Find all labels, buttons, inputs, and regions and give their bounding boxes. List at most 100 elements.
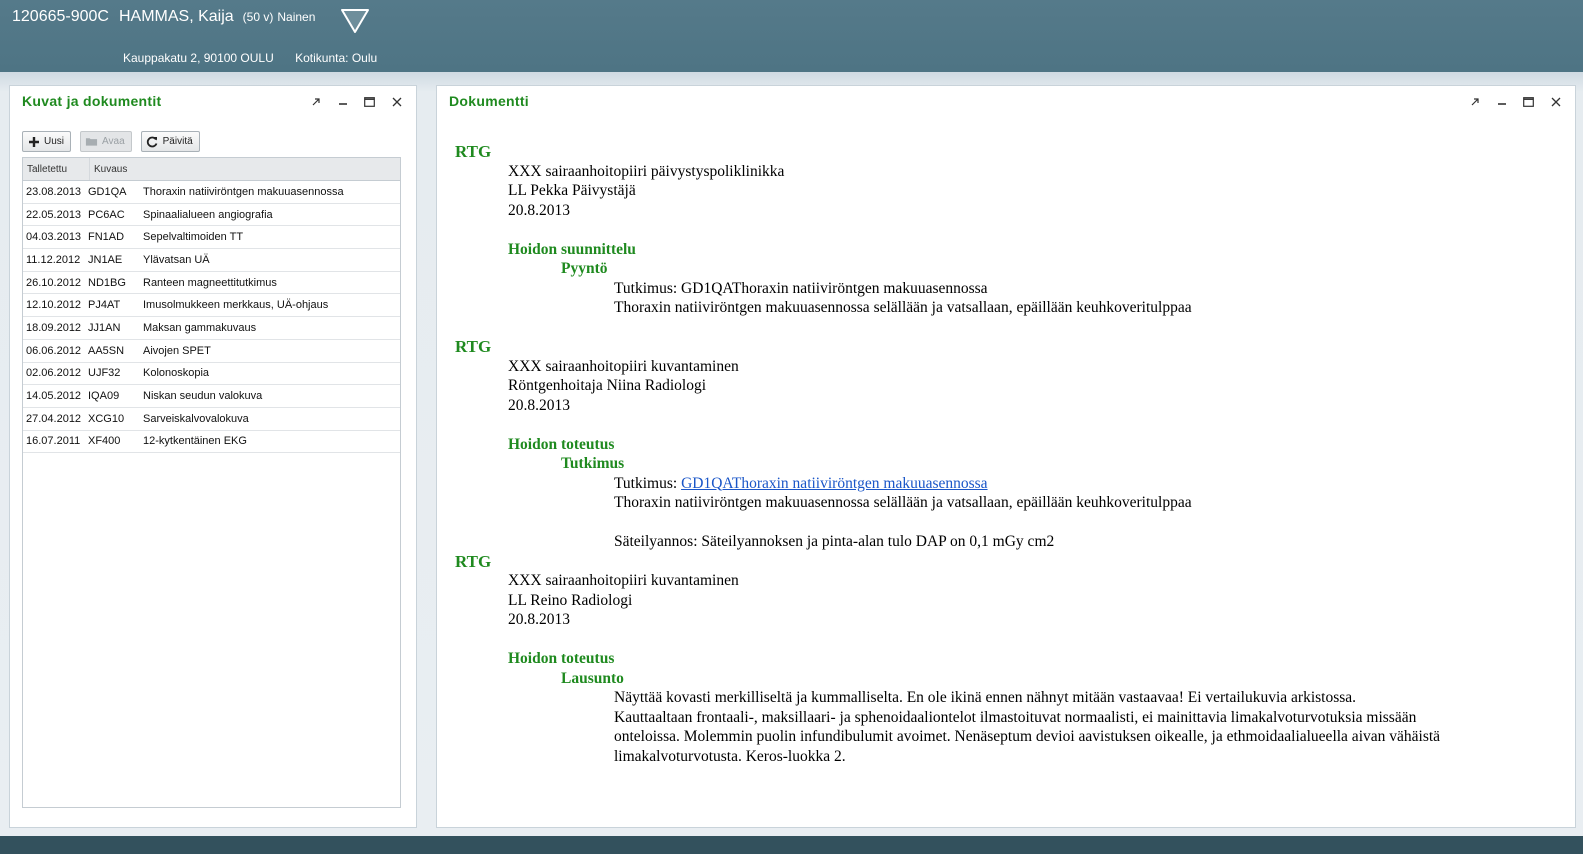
row-description: Maksan gammakuvaus [143,321,257,334]
row-date: 14.05.2012 [26,390,82,403]
table-row[interactable]: 06.06.2012 AA5SN Aivojen SPET [23,340,400,363]
row-code: AA5SN [88,344,125,357]
table-row[interactable]: 26.10.2012 ND1BG Ranteen magneettitutkimus [23,272,400,295]
images-documents-panel: Kuvat ja dokumentit Uusi Avaa Päivitä Ta… [9,85,417,828]
entry-date: 20.8.2013 [508,201,570,219]
open-button[interactable]: Avaa [80,131,132,152]
entry-subsection: Pyyntö [561,260,608,277]
popout-icon[interactable] [302,94,329,110]
panel-title: Kuvat ja dokumentit [22,93,162,109]
table-row[interactable]: 27.04.2012 XCG10 Sarveiskalvovalokuva [23,408,400,431]
table-row[interactable]: 14.05.2012 IQA09 Niskan seudun valokuva [23,385,400,408]
row-description: 12-kytkentäinen EKG [143,435,247,448]
row-description: Sepelvaltimoiden TT [143,231,244,244]
close-icon[interactable] [383,94,410,110]
row-code: FN1AD [88,231,125,244]
patient-address: Kauppakatu 2, 90100 OULU [123,51,274,65]
table-row[interactable]: 04.03.2013 FN1AD Sepelvaltimoiden TT [23,226,400,250]
entry-author: LL Pekka Päivystäjä [508,182,636,199]
row-code: JJ1AN [88,321,121,334]
row-description: Ranteen magneettitutkimus [143,276,277,289]
entry-heading: RTG [455,142,492,161]
patient-name: HAMMAS, Kaija [118,8,234,25]
row-code: ND1BG [88,276,126,289]
patient-municipality: Kotikunta: Oulu [295,51,378,65]
patient-info: 120665-900C HAMMAS, Kaija (50 v) Nainen [12,8,315,34]
entry-date: 20.8.2013 [508,611,570,628]
table-row[interactable]: 11.12.2012 JN1AE Ylävatsan UÄ [23,249,400,272]
entry-line: Thoraxin natiiviröntgen makuuasennossa s… [614,494,1192,511]
row-code: XCG10 [88,412,125,425]
row-description: Niskan seudun valokuva [143,390,263,403]
entry-author: LL Reino Radiologi [508,591,633,609]
refresh-icon [146,135,159,148]
window-controls [1461,94,1569,110]
table-row[interactable]: 16.07.2011 XF400 12-kytkentäinen EKG [23,431,400,454]
table-row[interactable]: 18.09.2012 JJ1AN Maksan gammakuvaus [23,317,400,340]
row-date: 27.04.2012 [26,412,82,425]
row-description: Kolonoskopia [143,367,210,380]
row-description: Aivojen SPET [143,344,211,357]
study-link[interactable]: GD1QAThoraxin natiiviröntgen makuuasenno… [681,475,988,492]
plus-icon [27,135,40,148]
maximize-icon[interactable] [356,94,383,110]
row-date: 11.12.2012 [26,253,81,266]
row-date: 16.07.2011 [26,435,81,448]
row-description: Sarveiskalvovalokuva [143,412,249,425]
entry-date: 20.8.2013 [508,396,570,414]
table-row[interactable]: 22.05.2013 PC6AC Spinaalialueen angiografi… [23,204,400,227]
minimize-icon[interactable] [329,94,356,110]
row-code: PC6AC [88,208,125,221]
entry-heading: RTG [455,551,492,571]
panel-title: Dokumentti [449,93,529,109]
documents-table: Talletettu Kuvaus 23.08.2013 GD1QA Thoraxi… [22,157,401,808]
entry-paragraph: Kauttaaltaan frontaali-, maksillaari- ja… [614,708,1441,765]
entry-line: Tutkimus: GD1QAThoraxin natiiviröntgen m… [614,474,1555,494]
minimize-icon[interactable] [1488,94,1515,110]
row-date: 26.10.2012 [26,276,82,289]
entry-heading: RTG [455,337,492,356]
entry-subsection: Tutkimus [561,455,625,472]
row-date: 12.10.2012 [26,299,82,312]
entry-section: Hoidon suunnittelu [508,240,636,258]
new-button[interactable]: Uusi [22,131,72,152]
table-body: 23.08.2013 GD1QA Thoraxin natiiviröntgen m… [23,181,400,454]
row-code: IQA09 [88,390,120,403]
patient-id: 120665-900C [12,8,109,25]
close-icon[interactable] [1542,94,1569,110]
column-header-description[interactable]: Kuvaus [90,164,127,175]
patient-menu-triangle-icon[interactable] [340,7,370,35]
table-row[interactable]: 12.10.2012 PJ4AT Imusolmukkeen merkkaus, U… [23,294,400,318]
patient-gender: Nainen [277,10,316,24]
entry-subsection: Lausunto [561,669,624,687]
documents-toolbar: Uusi Avaa Päivitä [22,131,200,152]
open-button-label: Avaa [102,136,125,147]
popout-icon[interactable] [1461,94,1488,110]
row-description: Thoraxin natiiviröntgen makuuasennossa [143,185,344,198]
refresh-button[interactable]: Päivitä [140,131,200,152]
entry-organization: XXX sairaanhoitopiiri kuvantaminen [508,572,739,589]
row-date: 02.06.2012 [26,367,82,380]
document-content: RTG XXX sairaanhoitopiiri päivystyspolik… [455,142,1555,766]
column-header-saved[interactable]: Talletettu [23,158,90,180]
row-date: 18.09.2012 [26,321,82,334]
entry-line-prefix: Tutkimus: [614,474,682,492]
patient-address-line: Kauppakatu 2, 90100 OULU Kotikunta: Oulu [123,51,377,65]
row-description: Ylävatsan UÄ [143,253,210,266]
entry-organization: XXX sairaanhoitopiiri päivystyspoliklini… [508,162,785,180]
row-code: JN1AE [88,253,123,266]
table-row[interactable]: 23.08.2013 GD1QA Thoraxin natiiviröntgen m… [23,181,400,204]
window-controls [302,94,410,110]
new-button-label: Uusi [44,136,65,147]
entry-paragraph: Näyttää kovasti merkilliseltä ja kummall… [614,689,1357,706]
maximize-icon[interactable] [1515,94,1542,110]
patient-header: 120665-900C HAMMAS, Kaija (50 v) Nainen … [0,0,1583,72]
row-date: 06.06.2012 [26,344,82,357]
entry-section: Hoidon toteutus [508,650,615,667]
table-row[interactable]: 02.06.2012 UJF32 Kolonoskopia [23,363,400,386]
patient-age: (50 v) [242,10,274,24]
entry-section: Hoidon toteutus [508,435,615,453]
row-description: Imusolmukkeen merkkaus, UÄ-ohjaus [143,299,329,312]
row-date: 04.03.2013 [26,231,82,244]
entry-organization: XXX sairaanhoitopiiri kuvantaminen [508,357,739,375]
